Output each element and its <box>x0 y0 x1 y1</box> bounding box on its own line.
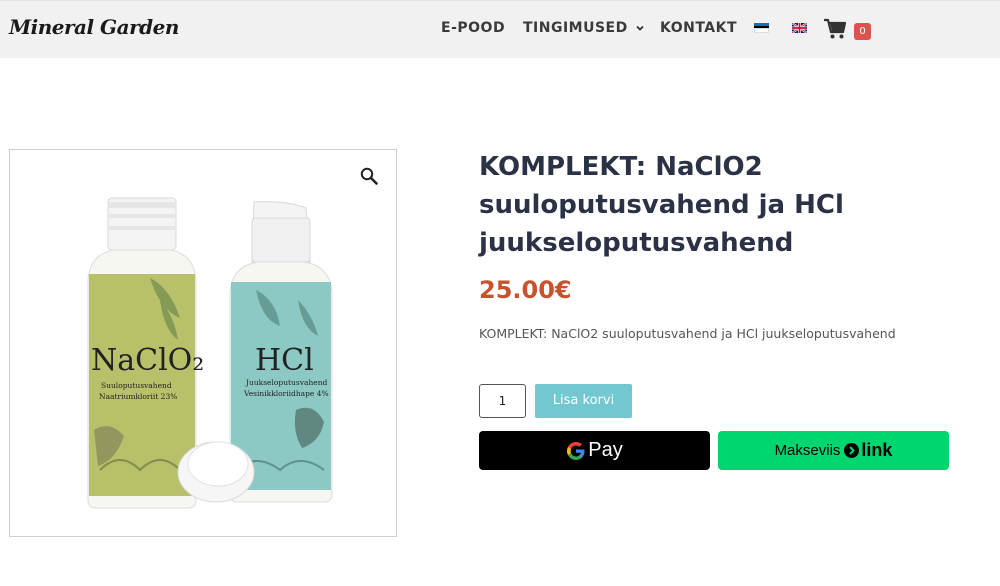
bottle2-name: HCl <box>255 343 314 378</box>
cart-count-badge: 0 <box>854 23 871 40</box>
bottle1-line1: Suuloputusvahend <box>101 381 172 390</box>
link-arrow-icon <box>844 443 860 458</box>
nav-item-tingimused-label: TINGIMUSED <box>523 20 628 36</box>
link-pay-word: link <box>861 440 893 460</box>
add-to-cart-button[interactable]: Lisa korvi <box>535 384 632 418</box>
nav-item-epood[interactable]: E-POOD <box>441 20 505 36</box>
bottle1-line2: Naatriumkloriit 23% <box>99 392 177 401</box>
google-pay-button[interactable]: Pay <box>479 431 710 470</box>
english-flag-icon[interactable] <box>792 23 807 33</box>
google-pay-label: Pay <box>588 439 623 461</box>
site-header: Mineral Garden E-POOD TINGIMUSED KONTAKT… <box>0 0 1000 58</box>
loose-cap <box>177 441 255 503</box>
link-pay-prefix: Makseviis <box>774 442 841 459</box>
bottle2-line2: Vesinikkloriidhape 4% <box>243 389 329 398</box>
bottle1-name: NaClO₂ <box>91 343 204 378</box>
link-pay-button[interactable]: Makseviis link <box>718 431 949 470</box>
product-title: KOMPLEKT: NaClO2 suuloputusvahend ja HCl… <box>479 152 844 258</box>
chevron-down-icon <box>636 25 644 31</box>
nav-item-tingimused[interactable]: TINGIMUSED <box>523 20 646 36</box>
quantity-input[interactable]: 1 <box>479 384 526 418</box>
site-logo[interactable]: Mineral Garden <box>9 15 179 39</box>
bottle2-line1: Juukseloputusvahend <box>245 378 328 387</box>
google-g-icon <box>567 441 585 460</box>
product-price: 25.00€ <box>479 276 572 304</box>
product-short-description: KOMPLEKT: NaClO2 suuloputusvahend ja HCl… <box>479 326 896 341</box>
cart-icon[interactable] <box>823 18 847 40</box>
estonian-flag-icon[interactable] <box>754 23 769 34</box>
nav-item-kontakt[interactable]: KONTAKT <box>660 20 737 36</box>
product-image-gallery[interactable]: NaClO₂ Suuloputusvahend Naatriumkloriit … <box>9 149 397 537</box>
product-photo: NaClO₂ Suuloputusvahend Naatriumkloriit … <box>87 197 333 509</box>
